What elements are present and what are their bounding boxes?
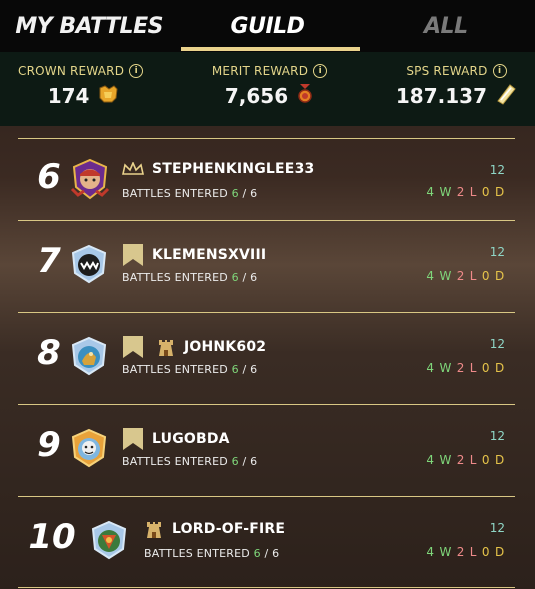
score: 12: [489, 521, 505, 535]
battles-done: 6: [231, 187, 239, 200]
score: 12: [489, 429, 505, 443]
rank-number: 10: [28, 517, 76, 557]
win-loss-record: 4 W 2 L 0 D: [426, 269, 505, 283]
battle-tabs: MY BATTLES GUILD ALL: [0, 0, 535, 52]
win-loss-record: 4 W 2 L 0 D: [426, 185, 505, 199]
battles-entered: BATTLES ENTERED 6 / 6: [144, 547, 280, 560]
battles-total: 6: [272, 547, 280, 560]
battles-total: 6: [250, 455, 258, 468]
player-name[interactable]: LORD-OF-FIRE: [172, 521, 285, 537]
banner-icon: [122, 335, 144, 359]
merit-medal-icon: [296, 83, 314, 109]
list-item[interactable]: 7 KLEMENSXVIII BATTLES ENTERED 6 / 6 12 …: [18, 220, 515, 312]
sps-reward-label: SPS REWARD: [406, 64, 488, 78]
losses: 2 L: [456, 545, 478, 559]
merit-reward-label: MERIT REWARD: [211, 64, 309, 78]
player-name-row: STEPHENKINGLEE33: [122, 161, 314, 177]
info-icon[interactable]: i: [492, 64, 507, 78]
sps-reward: SPS REWARD i 187.137: [396, 64, 517, 126]
list-item[interactable]: 9 LUGOBDA BATTLES ENTERED 6 / 6 12 4 W 2…: [18, 404, 515, 496]
rank-number: 6: [37, 157, 61, 197]
player-name[interactable]: LUGOBDA: [152, 431, 230, 447]
list-item[interactable]: 10 LORD-OF-FIRE BATTLES ENTERED 6 / 6 12…: [18, 496, 515, 588]
win-loss-record: 4 W 2 L 0 D: [426, 361, 505, 375]
battles-entered-label: BATTLES ENTERED: [144, 547, 250, 560]
rank-number: 9: [37, 425, 61, 465]
losses: 2 L: [456, 361, 478, 375]
draws: 0 D: [481, 269, 505, 283]
active-tab-indicator: [181, 47, 360, 51]
crown-icon: [122, 162, 144, 176]
crown-reward-label: CROWN REWARD: [18, 64, 125, 78]
tab-my-battles[interactable]: MY BATTLES: [0, 0, 178, 52]
player-name-row: JOHNK602: [122, 335, 266, 359]
wins: 4 W: [426, 185, 453, 199]
draws: 0 D: [481, 361, 505, 375]
battles-done: 6: [231, 271, 239, 284]
avatar: [68, 243, 110, 285]
player-name[interactable]: KLEMENSXVIII: [152, 247, 266, 263]
score: 12: [489, 337, 505, 351]
guild-leaderboard: 6 STEPHENKINGLEE33 BATTLES ENTERED 6 / 6…: [18, 138, 515, 588]
draws: 0 D: [481, 545, 505, 559]
avatar: [68, 427, 110, 469]
tower-icon: [156, 337, 176, 357]
win-loss-record: 4 W 2 L 0 D: [426, 453, 505, 467]
rank-number: 8: [37, 333, 61, 373]
wins: 4 W: [426, 545, 453, 559]
list-item[interactable]: 8 JOHNK602 BATTLES ENTERED 6 / 6 12 4 W …: [18, 312, 515, 404]
player-name[interactable]: STEPHENKINGLEE33: [152, 161, 314, 177]
merit-reward-value: 7,656: [224, 84, 289, 108]
tab-all[interactable]: ALL: [357, 0, 535, 52]
losses: 2 L: [456, 453, 478, 467]
battles-entered: BATTLES ENTERED 6 / 6: [122, 271, 258, 284]
battles-total: 6: [250, 271, 258, 284]
battles-total: 6: [250, 363, 258, 376]
battles-entered: BATTLES ENTERED 6 / 6: [122, 363, 258, 376]
info-icon[interactable]: i: [129, 64, 144, 78]
battles-done: 6: [231, 363, 239, 376]
avatar: [68, 335, 110, 377]
rank-number: 7: [37, 241, 61, 281]
banner-icon: [122, 427, 144, 451]
draws: 0 D: [481, 453, 505, 467]
wins: 4 W: [426, 361, 453, 375]
win-loss-record: 4 W 2 L 0 D: [426, 545, 505, 559]
banner-icon: [122, 243, 144, 267]
sps-token-icon: [495, 83, 517, 109]
player-name-row: LUGOBDA: [122, 427, 230, 451]
battles-entered: BATTLES ENTERED 6 / 6: [122, 455, 258, 468]
sps-reward-value: 187.137: [395, 84, 487, 108]
score: 12: [489, 245, 505, 259]
wins: 4 W: [426, 269, 453, 283]
losses: 2 L: [456, 185, 478, 199]
merit-reward: MERIT REWARD i 7,656: [211, 64, 328, 126]
tab-guild[interactable]: GUILD: [178, 0, 356, 52]
tower-icon: [144, 519, 164, 539]
player-name[interactable]: JOHNK602: [184, 339, 266, 355]
losses: 2 L: [456, 269, 478, 283]
info-icon[interactable]: i: [313, 64, 328, 78]
avatar: [68, 157, 110, 200]
battles-entered-label: BATTLES ENTERED: [122, 455, 228, 468]
avatar: [88, 519, 130, 561]
score: 12: [489, 163, 505, 177]
crown-token-icon: [97, 83, 119, 109]
rewards-bar: CROWN REWARD i 174 MERIT REWARD i 7,656: [0, 52, 535, 126]
crown-reward-value: 174: [47, 84, 90, 108]
crown-reward: CROWN REWARD i 174: [18, 64, 144, 126]
list-item[interactable]: 6 STEPHENKINGLEE33 BATTLES ENTERED 6 / 6…: [18, 138, 515, 220]
battles-entered-label: BATTLES ENTERED: [122, 363, 228, 376]
battles-total: 6: [250, 187, 258, 200]
player-name-row: KLEMENSXVIII: [122, 243, 266, 267]
battles-entered: BATTLES ENTERED 6 / 6: [122, 187, 258, 200]
wins: 4 W: [426, 453, 453, 467]
battles-entered-label: BATTLES ENTERED: [122, 187, 228, 200]
player-name-row: LORD-OF-FIRE: [144, 519, 285, 539]
battles-done: 6: [231, 455, 239, 468]
battles-done: 6: [253, 547, 261, 560]
battles-entered-label: BATTLES ENTERED: [122, 271, 228, 284]
draws: 0 D: [481, 185, 505, 199]
